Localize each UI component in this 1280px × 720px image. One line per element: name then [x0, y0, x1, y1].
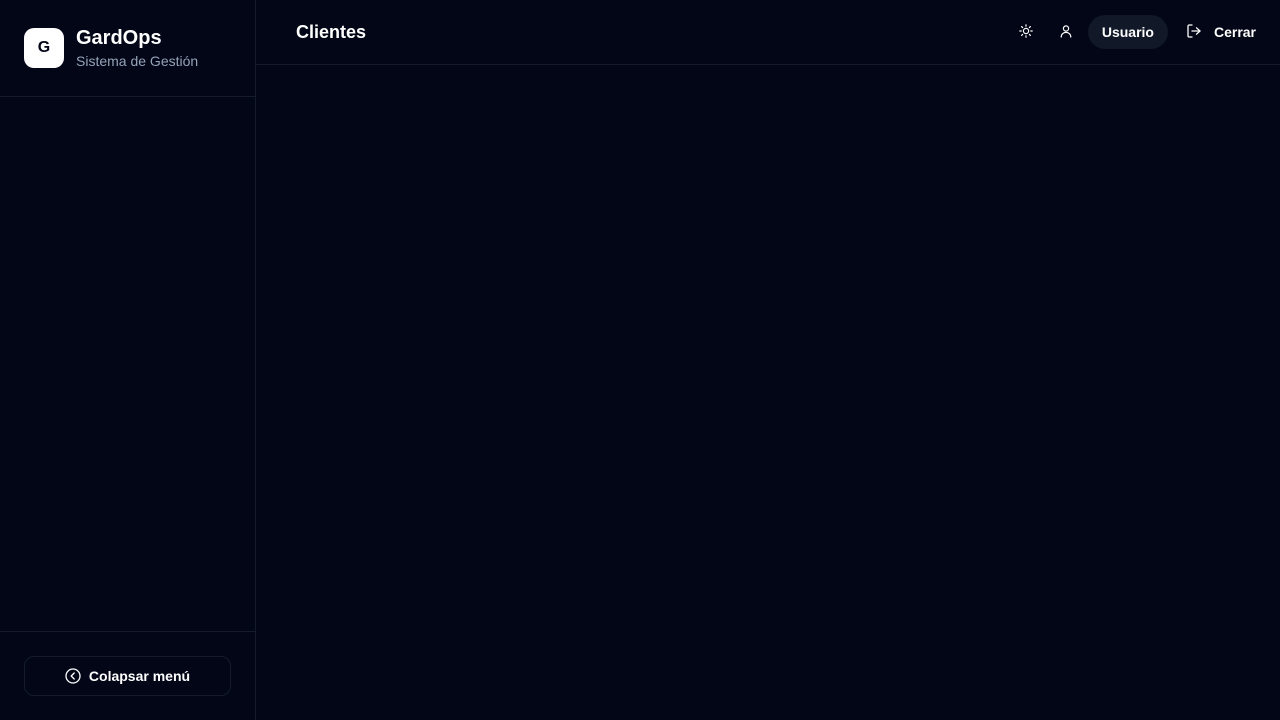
- profile-button[interactable]: [1048, 15, 1084, 49]
- chevron-left-circle-icon: [65, 668, 81, 684]
- brand-header: G GardOps Sistema de Gestión: [0, 0, 255, 97]
- logout-button[interactable]: Cerrar: [1186, 23, 1256, 42]
- sidebar: G GardOps Sistema de Gestión Colapsar me…: [0, 0, 256, 720]
- brand-name: GardOps: [76, 27, 162, 49]
- theme-toggle-button[interactable]: [1008, 15, 1044, 49]
- brand-logo-letter: G: [37, 39, 51, 56]
- main-content: [256, 65, 1280, 720]
- logout-label: Cerrar: [1213, 24, 1256, 40]
- page-title: Clientes: [296, 21, 367, 42]
- collapse-menu-label: Colapsar menú: [88, 668, 191, 684]
- logout-icon: [1186, 23, 1202, 42]
- brand-text: GardOps Sistema de Gestión: [76, 26, 198, 70]
- brand-logo: G: [24, 28, 64, 68]
- sun-icon: [1019, 23, 1033, 41]
- user-icon: [1059, 24, 1073, 41]
- sidebar-footer: Colapsar menú: [0, 631, 255, 720]
- topbar: Clientes Usuario Cerrar: [256, 0, 1280, 65]
- brand-subtitle: Sistema de Gestión: [76, 53, 199, 69]
- user-badge[interactable]: Usuario: [1087, 15, 1168, 49]
- topbar-actions: Usuario Cerrar: [1004, 15, 1256, 49]
- app-root: G GardOps Sistema de Gestión Colapsar me…: [0, 0, 1280, 720]
- collapse-menu-button[interactable]: Colapsar menú: [24, 656, 231, 696]
